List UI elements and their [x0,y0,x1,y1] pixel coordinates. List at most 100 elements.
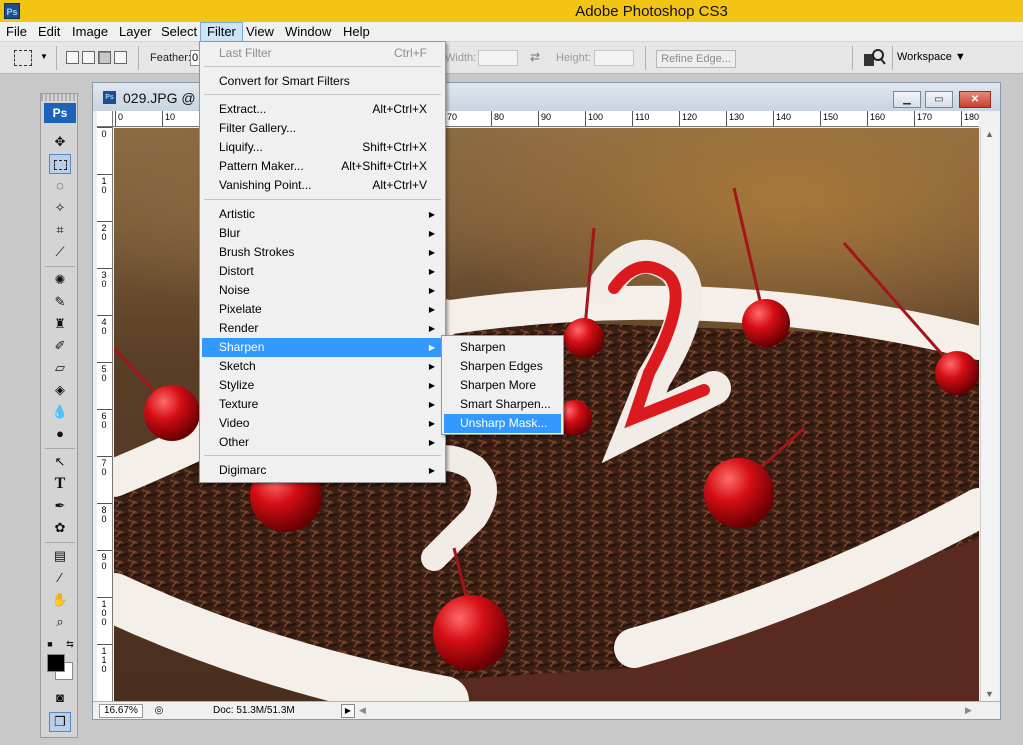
submenu-item-unsharp-mask[interactable]: Unsharp Mask... [444,414,561,433]
slice-tool-icon[interactable]: ⟋ [49,242,71,262]
subtract-from-selection-button[interactable] [98,51,111,64]
file-browser-icon[interactable] [862,48,886,68]
status-arrow-icon[interactable]: ▶ [341,704,355,718]
magic-wand-tool-icon[interactable]: ✧ [49,198,71,218]
swap-colors-icon[interactable]: ⇆ [63,634,77,654]
zoom-tool-icon[interactable]: ⌕ [49,612,71,632]
scroll-left-icon[interactable]: ◀ [359,705,366,716]
ruler-origin[interactable] [97,111,113,127]
foreground-color-swatch[interactable] [47,654,65,672]
document-size-info: Doc: 51.3M/51.3M [213,705,295,716]
height-input[interactable] [594,50,634,66]
ruler-label: 120 [682,112,698,122]
menu-item-extract[interactable]: Extract... Alt+Ctrl+X [202,100,443,119]
scroll-down-icon[interactable]: ▼ [985,689,994,699]
width-input[interactable] [478,50,518,66]
close-document-button[interactable]: ✕ [959,91,991,108]
default-colors-icon[interactable]: ■ [43,634,57,654]
custom-shape-tool-icon[interactable]: ✿ [49,518,71,538]
scroll-right-icon[interactable]: ▶ [965,705,972,716]
toolbox-ps-logo[interactable]: Ps [44,103,76,123]
refine-edge-button[interactable]: Refine Edge... [656,50,736,68]
vertical-scrollbar[interactable]: ▲ ▼ [980,127,998,701]
menu-item-pattern-maker[interactable]: Pattern Maker... Alt+Shift+Ctrl+X [202,157,443,176]
swap-width-height-icon[interactable]: ⇄ [530,50,540,64]
submenu-item-sharpen-more[interactable]: Sharpen More [444,376,561,395]
ruler-tick [632,111,633,126]
options-separator [892,46,893,70]
menu-item-blur[interactable]: Blur ▶ [202,224,443,243]
minimize-document-button[interactable]: ▁ [893,91,921,108]
ruler-tick [773,111,774,126]
healing-brush-tool-icon[interactable]: ✺ [49,270,71,290]
screen-mode-icon[interactable]: ❐ [49,712,71,732]
vertical-ruler[interactable]: 0 10 20 30 40 50 60 70 80 90 100 110 [97,127,113,701]
ruler-tick [914,111,915,126]
scroll-up-icon[interactable]: ▲ [985,129,994,139]
menu-item-last-filter[interactable]: Last Filter Ctrl+F [202,44,443,63]
menu-item-sharpen[interactable]: Sharpen ▶ [202,338,443,357]
preset-dropdown-icon[interactable]: ▼ [40,52,48,61]
menu-item-convert-for-smart-filters[interactable]: Convert for Smart Filters [202,72,443,91]
marquee-tool-icon[interactable] [49,154,71,174]
menu-item-liquify[interactable]: Liquify... Shift+Ctrl+X [202,138,443,157]
intersect-selection-button[interactable] [114,51,127,64]
menu-item-brush-strokes[interactable]: Brush Strokes ▶ [202,243,443,262]
menu-item-noise[interactable]: Noise ▶ [202,281,443,300]
menu-help[interactable]: Help [337,22,376,42]
submenu-item-sharpen-edges[interactable]: Sharpen Edges [444,357,561,376]
rectangular-marquee-preset-icon[interactable] [14,50,32,66]
brush-tool-icon[interactable]: ✎ [49,292,71,312]
paint-bucket-tool-icon[interactable]: ◈ [49,380,71,400]
ruler-label: 140 [776,112,792,122]
menu-item-pixelate[interactable]: Pixelate ▶ [202,300,443,319]
menu-item-digimarc[interactable]: Digimarc ▶ [202,461,443,480]
ruler-label: 70 [101,458,107,477]
submenu-item-smart-sharpen[interactable]: Smart Sharpen... [444,395,561,414]
menu-item-render[interactable]: Render ▶ [202,319,443,338]
menu-item-filter-gallery[interactable]: Filter Gallery... [202,119,443,138]
menu-item-vanishing-point[interactable]: Vanishing Point... Alt+Ctrl+V [202,176,443,195]
eyedropper-tool-icon[interactable]: ⁄ [49,568,71,588]
dodge-tool-icon[interactable]: ● [49,424,71,444]
pen-tool-icon[interactable]: ✒ [49,496,71,516]
menu-edit[interactable]: Edit [32,22,66,42]
crop-tool-icon[interactable]: ⌗ [49,220,71,240]
menu-item-distort[interactable]: Distort ▶ [202,262,443,281]
zoom-level-field[interactable]: 16.67% [99,704,143,718]
quick-mask-mode-icon[interactable]: ◙ [49,688,71,708]
history-brush-tool-icon[interactable]: ✐ [49,336,71,356]
type-tool-icon[interactable]: T [49,474,71,494]
menu-layer[interactable]: Layer [113,22,158,42]
menu-item-artistic[interactable]: Artistic ▶ [202,205,443,224]
eraser-tool-icon[interactable]: ▱ [49,358,71,378]
status-menu-icon[interactable]: ◎ [151,704,167,718]
workspace-menu-button[interactable]: Workspace ▼ [897,51,966,63]
path-selection-tool-icon[interactable]: ↖ [49,452,71,472]
menu-item-stylize[interactable]: Stylize ▶ [202,376,443,395]
menu-item-sketch[interactable]: Sketch ▶ [202,357,443,376]
ruler-tick [961,111,962,126]
add-to-selection-button[interactable] [82,51,95,64]
lasso-tool-icon[interactable]: ◌ [49,176,71,196]
new-selection-button[interactable] [66,51,79,64]
options-bar: ▼ Feather: 0 Width: ⇄ Height: Refine Edg… [0,42,1023,74]
blur-tool-icon[interactable]: 💧 [49,402,71,422]
menu-window[interactable]: Window [279,22,337,42]
maximize-document-button[interactable]: ▭ [925,91,953,108]
clone-stamp-tool-icon[interactable]: ♜ [49,314,71,334]
ruler-tick [97,597,112,598]
menu-filter[interactable]: Filter [200,22,243,42]
menu-view[interactable]: View [240,22,280,42]
menu-item-video[interactable]: Video ▶ [202,414,443,433]
menu-image[interactable]: Image [66,22,114,42]
move-tool-icon[interactable]: ✥ [49,132,71,152]
menu-item-other[interactable]: Other ▶ [202,433,443,452]
toolbox-grip[interactable] [41,94,77,101]
menu-file[interactable]: File [0,22,33,42]
submenu-item-sharpen[interactable]: Sharpen [444,338,561,357]
hand-tool-icon[interactable]: ✋ [49,590,71,610]
notes-tool-icon[interactable]: ▤ [49,546,71,566]
menu-item-texture[interactable]: Texture ▶ [202,395,443,414]
menu-select[interactable]: Select [155,22,203,42]
